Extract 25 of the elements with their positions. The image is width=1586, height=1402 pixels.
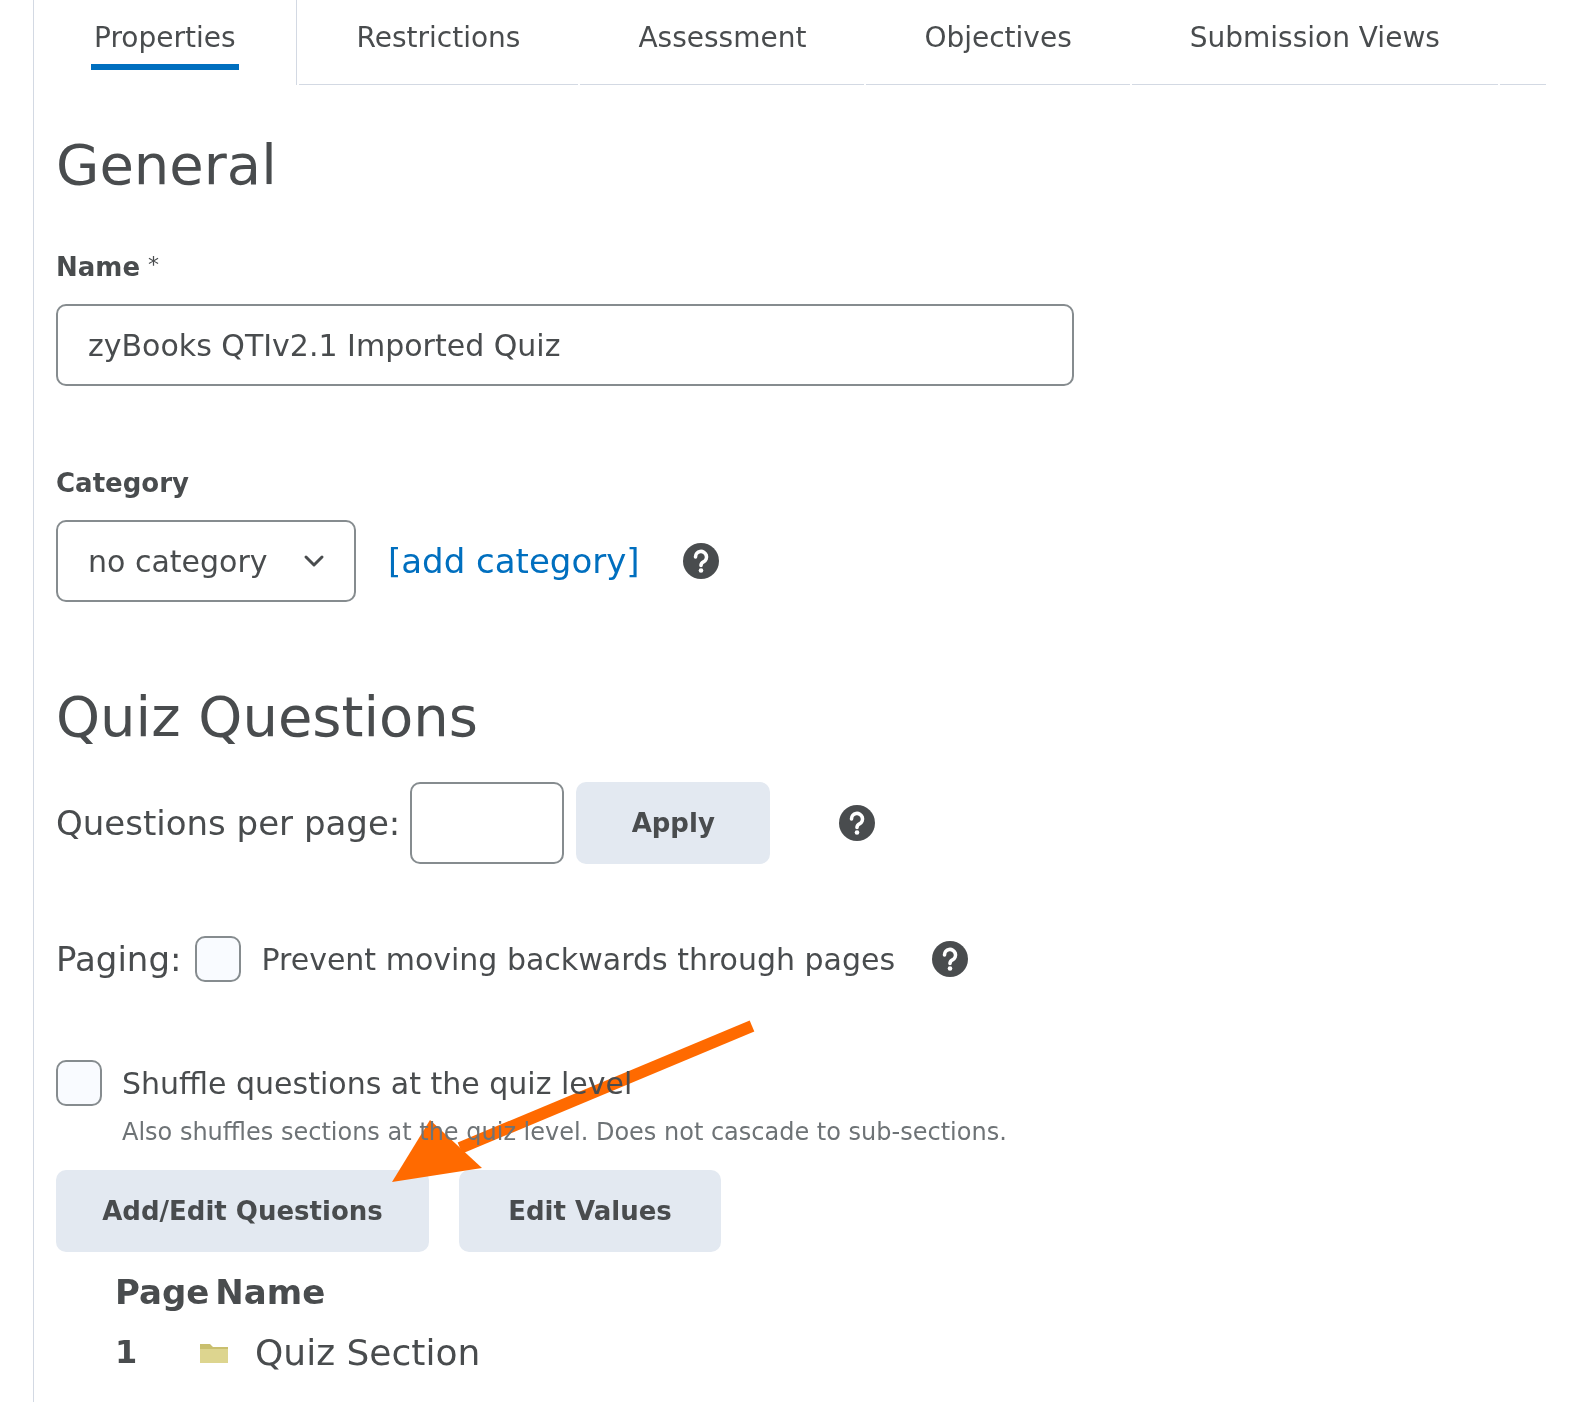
action-button[interactable]: Edit Values bbox=[459, 1170, 721, 1252]
help-icon[interactable] bbox=[681, 542, 720, 580]
questions-per-page-field[interactable] bbox=[410, 782, 565, 864]
name-field[interactable]: zyBooks QTIv2.1 Imported Quiz bbox=[56, 304, 1074, 386]
checkbox[interactable] bbox=[195, 936, 242, 982]
apply-button[interactable]: Apply bbox=[576, 782, 771, 864]
add-category-link[interactable]: [add category] bbox=[388, 541, 640, 581]
required-mark: * bbox=[148, 252, 160, 277]
chevron-down-icon bbox=[302, 553, 326, 569]
field-label: Name bbox=[56, 252, 141, 282]
table-cell-text: 1 bbox=[115, 1333, 139, 1371]
field-label: Questions per page: bbox=[56, 803, 401, 843]
action-button[interactable]: Add/Edit Questions bbox=[56, 1170, 429, 1252]
section-heading: Quiz Questions bbox=[56, 683, 479, 751]
section-heading: General bbox=[56, 131, 278, 199]
column-header: Page bbox=[115, 1272, 210, 1312]
column-header: Name bbox=[215, 1272, 326, 1312]
help-icon[interactable] bbox=[931, 940, 970, 978]
table-cell: Quiz Section bbox=[255, 1331, 481, 1373]
help-icon[interactable] bbox=[838, 804, 877, 842]
checkbox-label: Prevent moving backwards through pages bbox=[261, 941, 896, 977]
checkbox[interactable] bbox=[56, 1060, 102, 1106]
field-label: Category bbox=[56, 468, 190, 498]
category-dropdown[interactable]: no category bbox=[56, 520, 356, 602]
field-label: Paging: bbox=[56, 939, 182, 979]
